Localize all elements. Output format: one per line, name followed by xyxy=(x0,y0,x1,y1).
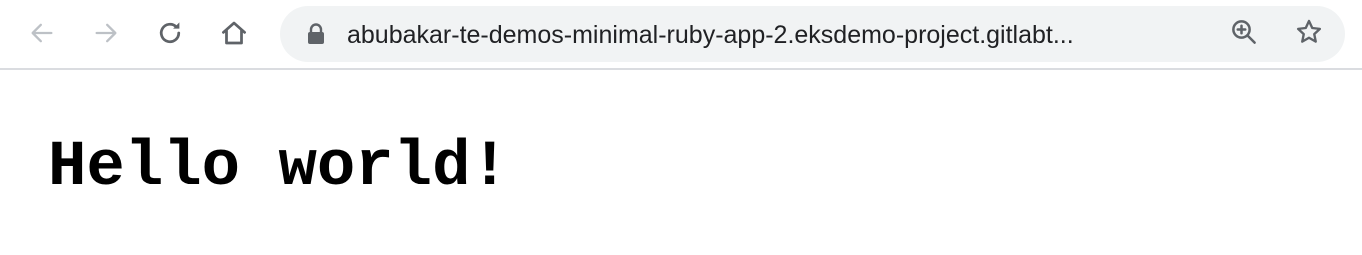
star-icon xyxy=(1294,17,1324,52)
zoom-in-icon xyxy=(1229,17,1259,52)
home-icon xyxy=(219,18,249,48)
back-button[interactable] xyxy=(22,13,62,53)
reload-button[interactable] xyxy=(150,13,190,53)
back-arrow-icon xyxy=(28,19,56,47)
lock-icon[interactable] xyxy=(304,22,328,46)
home-button[interactable] xyxy=(214,13,254,53)
page-heading: Hello world! xyxy=(48,132,509,204)
url-text[interactable]: abubakar-te-demos-minimal-ruby-app-2.eks… xyxy=(347,20,1197,50)
address-bar[interactable]: abubakar-te-demos-minimal-ruby-app-2.eks… xyxy=(280,6,1345,62)
forward-arrow-icon xyxy=(92,19,120,47)
page-content: Hello world! xyxy=(48,130,509,206)
bookmark-button[interactable] xyxy=(1289,14,1329,54)
zoom-button[interactable] xyxy=(1224,14,1264,54)
reload-icon xyxy=(155,18,185,48)
browser-toolbar: abubakar-te-demos-minimal-ruby-app-2.eks… xyxy=(0,0,1362,70)
forward-button[interactable] xyxy=(86,13,126,53)
